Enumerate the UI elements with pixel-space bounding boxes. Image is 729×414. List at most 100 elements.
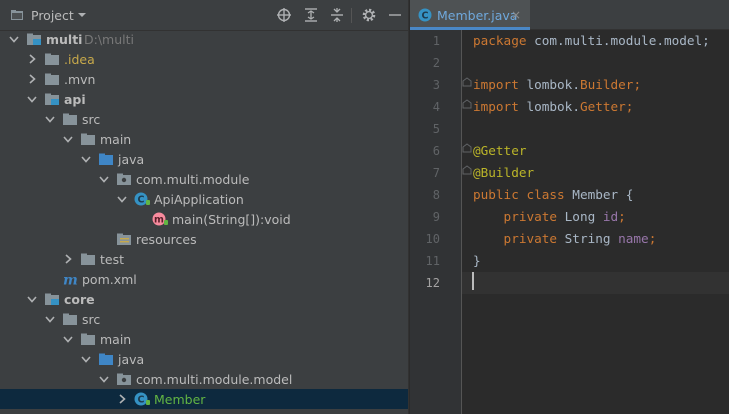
chevron-right-icon[interactable] (62, 253, 74, 265)
collapse-all-icon[interactable] (329, 7, 345, 23)
line-number: 4 (432, 100, 440, 114)
code-line-6: @Getter (462, 140, 729, 162)
tree-node-api[interactable]: api (0, 89, 408, 109)
annotation-token: @Builder (473, 165, 535, 180)
chevron-down-icon[interactable] (77, 10, 87, 20)
gear-icon[interactable] (361, 7, 377, 23)
chevron-down-icon[interactable] (80, 153, 92, 165)
semicolon: ; (633, 77, 642, 92)
tab-member-java[interactable]: C Member.java × (410, 0, 530, 30)
chevron-down-icon[interactable] (98, 373, 110, 385)
resources-folder-icon (117, 233, 131, 245)
fold-marker-icon[interactable] (462, 96, 472, 118)
chevron-right-icon[interactable] (26, 73, 38, 85)
fold-marker-icon[interactable] (462, 140, 472, 162)
semicolon: ; (618, 209, 626, 224)
chevron-down-icon[interactable] (80, 353, 92, 365)
chevron-down-icon[interactable] (44, 313, 56, 325)
tree-node-apiapplication[interactable]: C ApiApplication (0, 189, 408, 209)
java-class-icon: C (134, 392, 150, 406)
tree-node-label: main (100, 332, 132, 347)
tree-node-java[interactable]: java (0, 349, 408, 369)
tree-node-test[interactable]: test (0, 249, 408, 269)
expand-all-icon[interactable] (303, 7, 319, 23)
tree-node-label: com.multi.module (136, 172, 250, 187)
module-folder-icon (27, 33, 41, 45)
tree-node-label: ApiApplication (154, 192, 244, 207)
minimize-icon[interactable] (387, 7, 403, 23)
line-number: 7 (432, 166, 440, 180)
svg-text:C: C (422, 11, 429, 22)
closing-brace: } (473, 253, 481, 268)
folder-icon (81, 253, 95, 265)
tree-node-label: resources (136, 232, 197, 247)
semicolon: ; (648, 231, 657, 246)
keyword-token: private (473, 231, 558, 246)
line-number: 6 (432, 144, 440, 158)
code-line-1: package com.multi.module.model; (462, 30, 729, 52)
folder-icon (81, 333, 95, 345)
tree-node-label: main(String[]):void (172, 212, 291, 227)
tree-node-main[interactable]: main (0, 329, 408, 349)
tree-node-label: java (118, 152, 145, 167)
locate-icon[interactable] (276, 7, 292, 23)
import-class: Getter (579, 99, 626, 114)
chevron-down-icon[interactable] (62, 333, 74, 345)
keyword-token: private (473, 209, 558, 224)
java-class-icon: C (134, 192, 150, 206)
tree-node-com-multi-module[interactable]: com.multi.module (0, 169, 408, 189)
tree-node-main-string-void[interactable]: m main(String[]):void (0, 209, 408, 229)
line-number: 2 (432, 56, 440, 70)
line-number-gutter: 1 2 3 4 5 6 7 8 9 10 11 12 (410, 30, 462, 414)
chevron-down-icon[interactable] (98, 173, 110, 185)
fold-marker-icon[interactable] (462, 162, 472, 184)
import-package: lombok. (518, 99, 580, 114)
chevron-right-icon[interactable] (116, 393, 128, 405)
tree-node-main[interactable]: main (0, 129, 408, 149)
class-declaration: Member { (564, 187, 634, 202)
tree-node-com-multi-module-model[interactable]: com.multi.module.model (0, 369, 408, 389)
project-tree: multi D:\multi .idea .mvn api src main java com.… (0, 29, 408, 409)
module-folder-icon (45, 293, 59, 305)
code-area[interactable]: package com.multi.module.model; import l… (462, 30, 729, 414)
tree-node-multi[interactable]: multi D:\multi (0, 29, 408, 49)
chevron-down-icon[interactable] (26, 93, 38, 105)
import-class: Builder (579, 77, 634, 92)
chevron-down-icon[interactable] (26, 293, 38, 305)
import-package: lombok. (518, 77, 580, 92)
chevron-right-icon[interactable] (26, 53, 38, 65)
code-line-10: private String name; (462, 228, 729, 250)
tree-node-pom-xml[interactable]: m pom.xml (0, 269, 408, 289)
annotation-token: @Getter (473, 143, 527, 158)
line-number: 3 (432, 78, 440, 92)
tree-node-src[interactable]: src (0, 309, 408, 329)
folder-icon (63, 313, 77, 325)
tree-node-idea[interactable]: .idea (0, 49, 408, 69)
chevron-down-icon[interactable] (62, 133, 74, 145)
fold-marker-icon[interactable] (462, 74, 472, 96)
source-folder-icon (99, 353, 113, 365)
folder-icon (45, 73, 59, 85)
tree-node-resources[interactable]: resources (0, 229, 408, 249)
tree-node-src[interactable]: src (0, 109, 408, 129)
chevron-down-icon[interactable] (44, 113, 56, 125)
chevron-down-icon[interactable] (116, 193, 128, 205)
line-number: 12 (425, 276, 440, 290)
keyword-token: import (473, 99, 519, 114)
line-number: 8 (432, 188, 440, 202)
panel-title[interactable]: Project (31, 8, 74, 23)
code-line-9: private Long id; (462, 206, 729, 228)
field-token: id (602, 209, 619, 224)
tree-node-label: api (64, 92, 86, 107)
code-line-8: public class Member { (462, 184, 729, 206)
svg-text:C: C (138, 195, 145, 206)
close-icon[interactable]: × (511, 8, 521, 22)
tree-node-label: core (64, 292, 95, 307)
code-line-7: @Builder (462, 162, 729, 184)
project-panel-header: Project (0, 0, 408, 31)
tree-node-java[interactable]: java (0, 149, 408, 169)
tree-node-mvn[interactable]: .mvn (0, 69, 408, 89)
chevron-down-icon[interactable] (8, 33, 20, 45)
tree-node-member[interactable]: C Member (0, 389, 408, 409)
tree-node-core[interactable]: core (0, 289, 408, 309)
